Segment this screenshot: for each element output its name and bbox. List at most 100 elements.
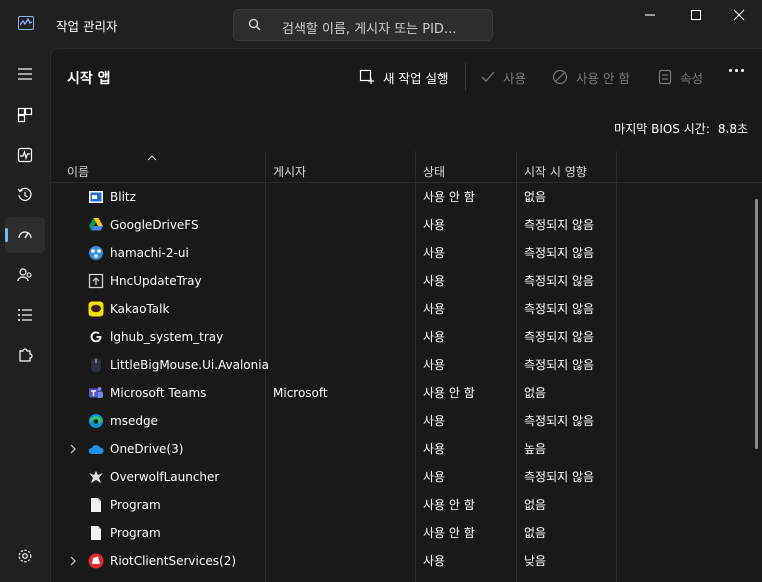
minimize-icon bbox=[645, 14, 655, 16]
task-manager-app-icon bbox=[18, 16, 34, 30]
search-icon bbox=[248, 18, 261, 31]
logitech-g-icon bbox=[90, 331, 102, 343]
more-options-button[interactable] bbox=[729, 69, 744, 72]
close-button[interactable] bbox=[716, 0, 762, 30]
table-row[interactable]: OneDrive(3) 사용 높음 bbox=[51, 435, 751, 463]
nav-settings[interactable] bbox=[5, 538, 45, 574]
startup-apps-table: Blitz 사용 안 함 없음 GoogleDriveFS 사용 측정되지 않음 hamac… bbox=[51, 183, 751, 575]
chevron-right-icon[interactable] bbox=[69, 444, 77, 454]
column-header-name[interactable]: 이름 bbox=[67, 149, 265, 183]
enable-label: 사용 bbox=[503, 70, 527, 86]
enable-button[interactable]: 사용 bbox=[481, 63, 526, 91]
status-cell: 사용 bbox=[423, 302, 446, 316]
search-placeholder[interactable]: 검색할 이름, 게시자 또는 PID... bbox=[282, 18, 456, 37]
search-box[interactable]: 검색할 이름, 게시자 또는 PID... bbox=[233, 9, 493, 41]
startup-impact-cell: 없음 bbox=[524, 498, 547, 512]
nav-users[interactable] bbox=[5, 257, 45, 293]
hamburger-menu-button[interactable] bbox=[5, 56, 45, 92]
app-name-cell: RiotClientServices(2) bbox=[110, 554, 237, 568]
app-name-cell: Program bbox=[110, 498, 161, 512]
table-row[interactable]: Blitz 사용 안 함 없음 bbox=[51, 183, 751, 211]
nav-performance[interactable] bbox=[5, 137, 45, 173]
processes-icon bbox=[17, 107, 33, 123]
title-bar: 작업 관리자 검색할 이름, 게시자 또는 PID... bbox=[0, 0, 762, 48]
status-cell: 사용 안 함 bbox=[423, 498, 475, 512]
services-puzzle-icon bbox=[19, 348, 33, 362]
status-cell: 사용 bbox=[423, 554, 446, 568]
edge-icon bbox=[89, 414, 103, 428]
vertical-scrollbar[interactable] bbox=[755, 199, 758, 449]
column-header-startup-impact[interactable]: 시작 시 영향 bbox=[524, 149, 616, 183]
status-cell: 사용 bbox=[423, 358, 446, 372]
disable-button[interactable]: 사용 안 함 bbox=[552, 63, 630, 91]
run-new-task-button[interactable]: 새 작업 실행 bbox=[359, 63, 448, 91]
disable-icon bbox=[552, 69, 568, 85]
status-cell: 사용 안 함 bbox=[423, 190, 475, 204]
nav-services[interactable] bbox=[5, 337, 45, 373]
table-row[interactable]: msedge 사용 측정되지 않음 bbox=[51, 407, 751, 435]
users-icon bbox=[17, 268, 32, 282]
minimize-button[interactable] bbox=[627, 0, 673, 30]
table-row[interactable]: hamachi-2-ui 사용 측정되지 않음 bbox=[51, 239, 751, 267]
performance-icon bbox=[17, 147, 33, 163]
disable-label: 사용 안 함 bbox=[576, 70, 630, 86]
table-header: 이름 게시자 상태 시작 시 영향 bbox=[51, 149, 762, 183]
more-dot-icon bbox=[741, 69, 744, 72]
maximize-button[interactable] bbox=[673, 0, 719, 30]
app-name-cell: hamachi-2-ui bbox=[110, 246, 189, 260]
overwolf-icon bbox=[89, 471, 103, 483]
littlebigmouse-icon bbox=[91, 357, 101, 373]
nav-startup-apps[interactable] bbox=[5, 217, 45, 253]
table-row[interactable]: HncUpdateTray 사용 측정되지 않음 bbox=[51, 267, 751, 295]
status-cell: 사용 안 함 bbox=[423, 386, 475, 400]
status-cell: 사용 bbox=[423, 218, 446, 232]
table-row[interactable]: GoogleDriveFS 사용 측정되지 않음 bbox=[51, 211, 751, 239]
startup-impact-cell: 없음 bbox=[524, 190, 547, 204]
table-row[interactable]: Program 사용 안 함 없음 bbox=[51, 491, 751, 519]
properties-button[interactable]: 속성 bbox=[658, 63, 703, 91]
status-cell: 사용 bbox=[423, 414, 446, 428]
table-row[interactable]: Program 사용 안 함 없음 bbox=[51, 519, 751, 547]
status-cell: 사용 bbox=[423, 246, 446, 260]
details-list-icon bbox=[18, 309, 32, 321]
app-name-cell: Program bbox=[110, 526, 161, 540]
app-name-cell: HncUpdateTray bbox=[110, 274, 202, 288]
app-name-cell: Microsoft Teams bbox=[110, 386, 207, 400]
app-name-cell: GoogleDriveFS bbox=[110, 218, 199, 232]
startup-impact-cell: 없음 bbox=[524, 386, 547, 400]
nav-processes[interactable] bbox=[5, 97, 45, 133]
startup-impact-cell: 없음 bbox=[524, 526, 547, 540]
new-task-icon bbox=[359, 69, 374, 84]
sort-ascending-icon bbox=[147, 155, 157, 161]
status-cell: 사용 안 함 bbox=[423, 526, 475, 540]
app-name-cell: lghub_system_tray bbox=[110, 330, 224, 344]
startup-impact-cell: 측정되지 않음 bbox=[524, 274, 595, 288]
table-row[interactable]: lghub_system_tray 사용 측정되지 않음 bbox=[51, 323, 751, 351]
maximize-icon bbox=[690, 9, 702, 21]
toolbar-separator bbox=[465, 63, 466, 91]
checkmark-icon bbox=[481, 71, 495, 82]
app-name-cell: Blitz bbox=[110, 190, 136, 204]
bios-time-value: 8.8초 bbox=[717, 122, 748, 136]
bios-time: 마지막 BIOS 시간: 8.8초 bbox=[614, 120, 748, 137]
column-header-status[interactable]: 상태 bbox=[423, 149, 515, 183]
table-row[interactable]: KakaoTalk 사용 측정되지 않음 bbox=[51, 295, 751, 323]
file-icon bbox=[91, 526, 101, 540]
table-row[interactable]: OverwolfLauncher 사용 측정되지 않음 bbox=[51, 463, 751, 491]
nav-app-history[interactable] bbox=[5, 177, 45, 213]
history-icon bbox=[17, 187, 32, 201]
table-row[interactable]: Microsoft Teams Microsoft 사용 안 함 없음 bbox=[51, 379, 751, 407]
startup-impact-cell: 측정되지 않음 bbox=[524, 358, 595, 372]
startup-impact-cell: 측정되지 않음 bbox=[524, 302, 595, 316]
table-row[interactable]: LittleBigMouse.Ui.Avalonia 사용 측정되지 않음 bbox=[51, 351, 751, 379]
app-title: 작업 관리자 bbox=[56, 19, 118, 34]
column-header-publisher[interactable]: 게시자 bbox=[273, 149, 415, 183]
startup-impact-cell: 측정되지 않음 bbox=[524, 330, 595, 344]
nav-details[interactable] bbox=[5, 297, 45, 333]
table-row[interactable]: RiotClientServices(2) 사용 낮음 bbox=[51, 547, 751, 575]
publisher-cell: Microsoft bbox=[273, 386, 328, 400]
chevron-right-icon[interactable] bbox=[69, 556, 77, 566]
app-name-cell: OneDrive(3) bbox=[110, 442, 184, 456]
startup-speedometer-icon bbox=[18, 231, 32, 239]
startup-apps-panel: 시작 앱 새 작업 실행 사용 사용 안 함 속성 마지막 BIOS 시간: 8.… bbox=[50, 48, 762, 582]
